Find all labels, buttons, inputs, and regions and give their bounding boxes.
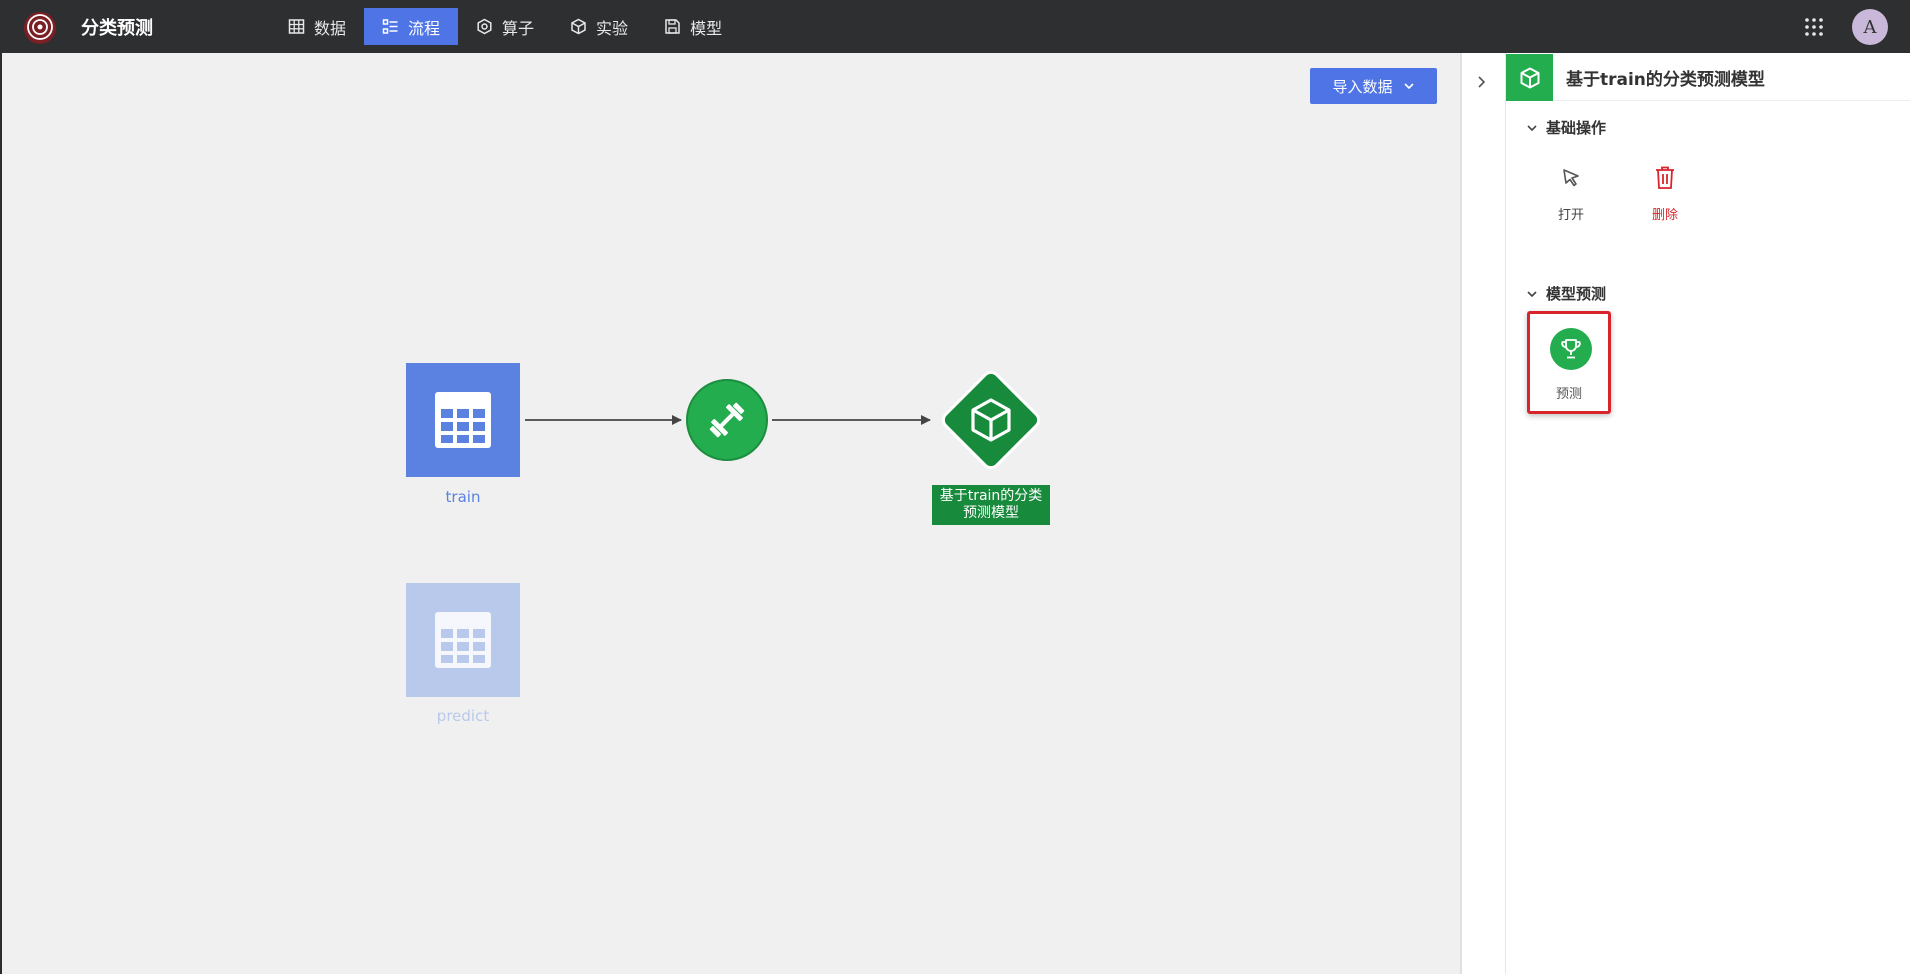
- chevron-right-icon[interactable]: [1470, 70, 1494, 94]
- predict-icon-circle: [1550, 328, 1592, 370]
- section-basic-ops[interactable]: 基础操作: [1526, 117, 1606, 138]
- nav-operator[interactable]: 算子: [458, 8, 552, 45]
- nav-flow[interactable]: 流程: [364, 8, 459, 45]
- save-icon: [665, 19, 680, 34]
- nav-model[interactable]: 模型: [646, 8, 740, 45]
- delete-button[interactable]: 删除: [1635, 160, 1695, 223]
- top-bar: 分类预测 数据 流程 算子 实验 模型 A: [0, 0, 1910, 53]
- node-train-label: train: [445, 488, 481, 506]
- panel-title: 基于train的分类预测模型: [1566, 70, 1765, 90]
- cube-icon: [1520, 67, 1539, 88]
- delete-label: 删除: [1651, 208, 1678, 223]
- node-model[interactable]: [935, 364, 1047, 476]
- node-model-label-line1: 基于train的分类: [939, 488, 1043, 504]
- nav-data[interactable]: 数据: [270, 8, 364, 45]
- trash-icon: [1656, 166, 1674, 189]
- cube-icon: [571, 18, 586, 35]
- table-icon: [288, 19, 305, 34]
- chevron-down-icon: [1527, 124, 1537, 131]
- flow-canvas[interactable]: [2, 53, 1460, 974]
- node-model-label-line2: 预测模型: [963, 505, 1019, 521]
- main-nav: 数据 流程 算子 实验 模型: [270, 8, 740, 45]
- nav-label: 实验: [596, 18, 629, 38]
- trophy-icon: [1561, 339, 1581, 359]
- chevron-down-icon: [1527, 290, 1537, 297]
- panel-gutter: [1460, 53, 1506, 974]
- nav-label: 算子: [502, 18, 535, 38]
- open-label: 打开: [1557, 208, 1584, 223]
- nav-label: 数据: [314, 18, 347, 38]
- nav-experiment[interactable]: 实验: [552, 8, 646, 45]
- import-data-label: 导入数据: [1332, 77, 1393, 96]
- predict-label: 预测: [1555, 387, 1582, 402]
- section-title-label: 基础操作: [1546, 119, 1607, 137]
- node-train-table[interactable]: [406, 363, 520, 477]
- apps-grid-icon[interactable]: [1803, 16, 1825, 38]
- cursor-icon: [1563, 169, 1579, 187]
- node-model-label: 基于train的分类 预测模型: [932, 485, 1050, 525]
- node-trainer[interactable]: [686, 379, 768, 461]
- node-predict-label: predict: [436, 707, 490, 725]
- operator-icon: [477, 18, 492, 35]
- nav-label: 流程: [408, 18, 441, 38]
- open-button[interactable]: 打开: [1541, 160, 1601, 223]
- section-model-predict[interactable]: 模型预测: [1526, 283, 1606, 304]
- table-icon: [435, 392, 491, 448]
- avatar[interactable]: A: [1852, 9, 1888, 45]
- table-icon: [435, 612, 491, 668]
- flow-icon: [382, 19, 398, 34]
- predict-button[interactable]: 预测: [1527, 311, 1611, 414]
- dumbbell-icon: [709, 402, 745, 438]
- section-title-label: 模型预测: [1546, 285, 1607, 303]
- node-predict-table[interactable]: [406, 583, 520, 697]
- import-data-button[interactable]: 导入数据: [1310, 68, 1437, 104]
- chevron-down-icon: [1403, 83, 1414, 90]
- nav-label: 模型: [690, 18, 723, 38]
- panel-header-icon-box: [1506, 54, 1553, 101]
- app-title: 分类预测: [81, 18, 153, 39]
- app-logo-icon[interactable]: [22, 10, 58, 46]
